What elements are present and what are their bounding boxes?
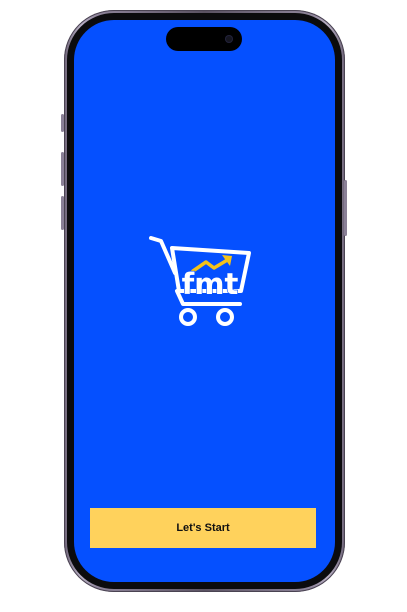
lets-start-label: Let's Start bbox=[176, 522, 230, 534]
volume-down-button bbox=[61, 196, 64, 230]
dynamic-island bbox=[166, 27, 242, 51]
volume-up-button bbox=[61, 152, 64, 186]
splash-screen: fmt Let's Start bbox=[74, 20, 335, 582]
shopping-cart-trend-arrow-icon: fmt bbox=[149, 236, 251, 326]
lets-start-button[interactable]: Let's Start bbox=[90, 508, 316, 548]
action-button bbox=[61, 114, 64, 132]
logo-text: fmt bbox=[182, 267, 239, 301]
front-camera-icon bbox=[225, 35, 233, 43]
power-button bbox=[344, 180, 347, 236]
device-mockup: fmt Let's Start bbox=[0, 0, 407, 612]
